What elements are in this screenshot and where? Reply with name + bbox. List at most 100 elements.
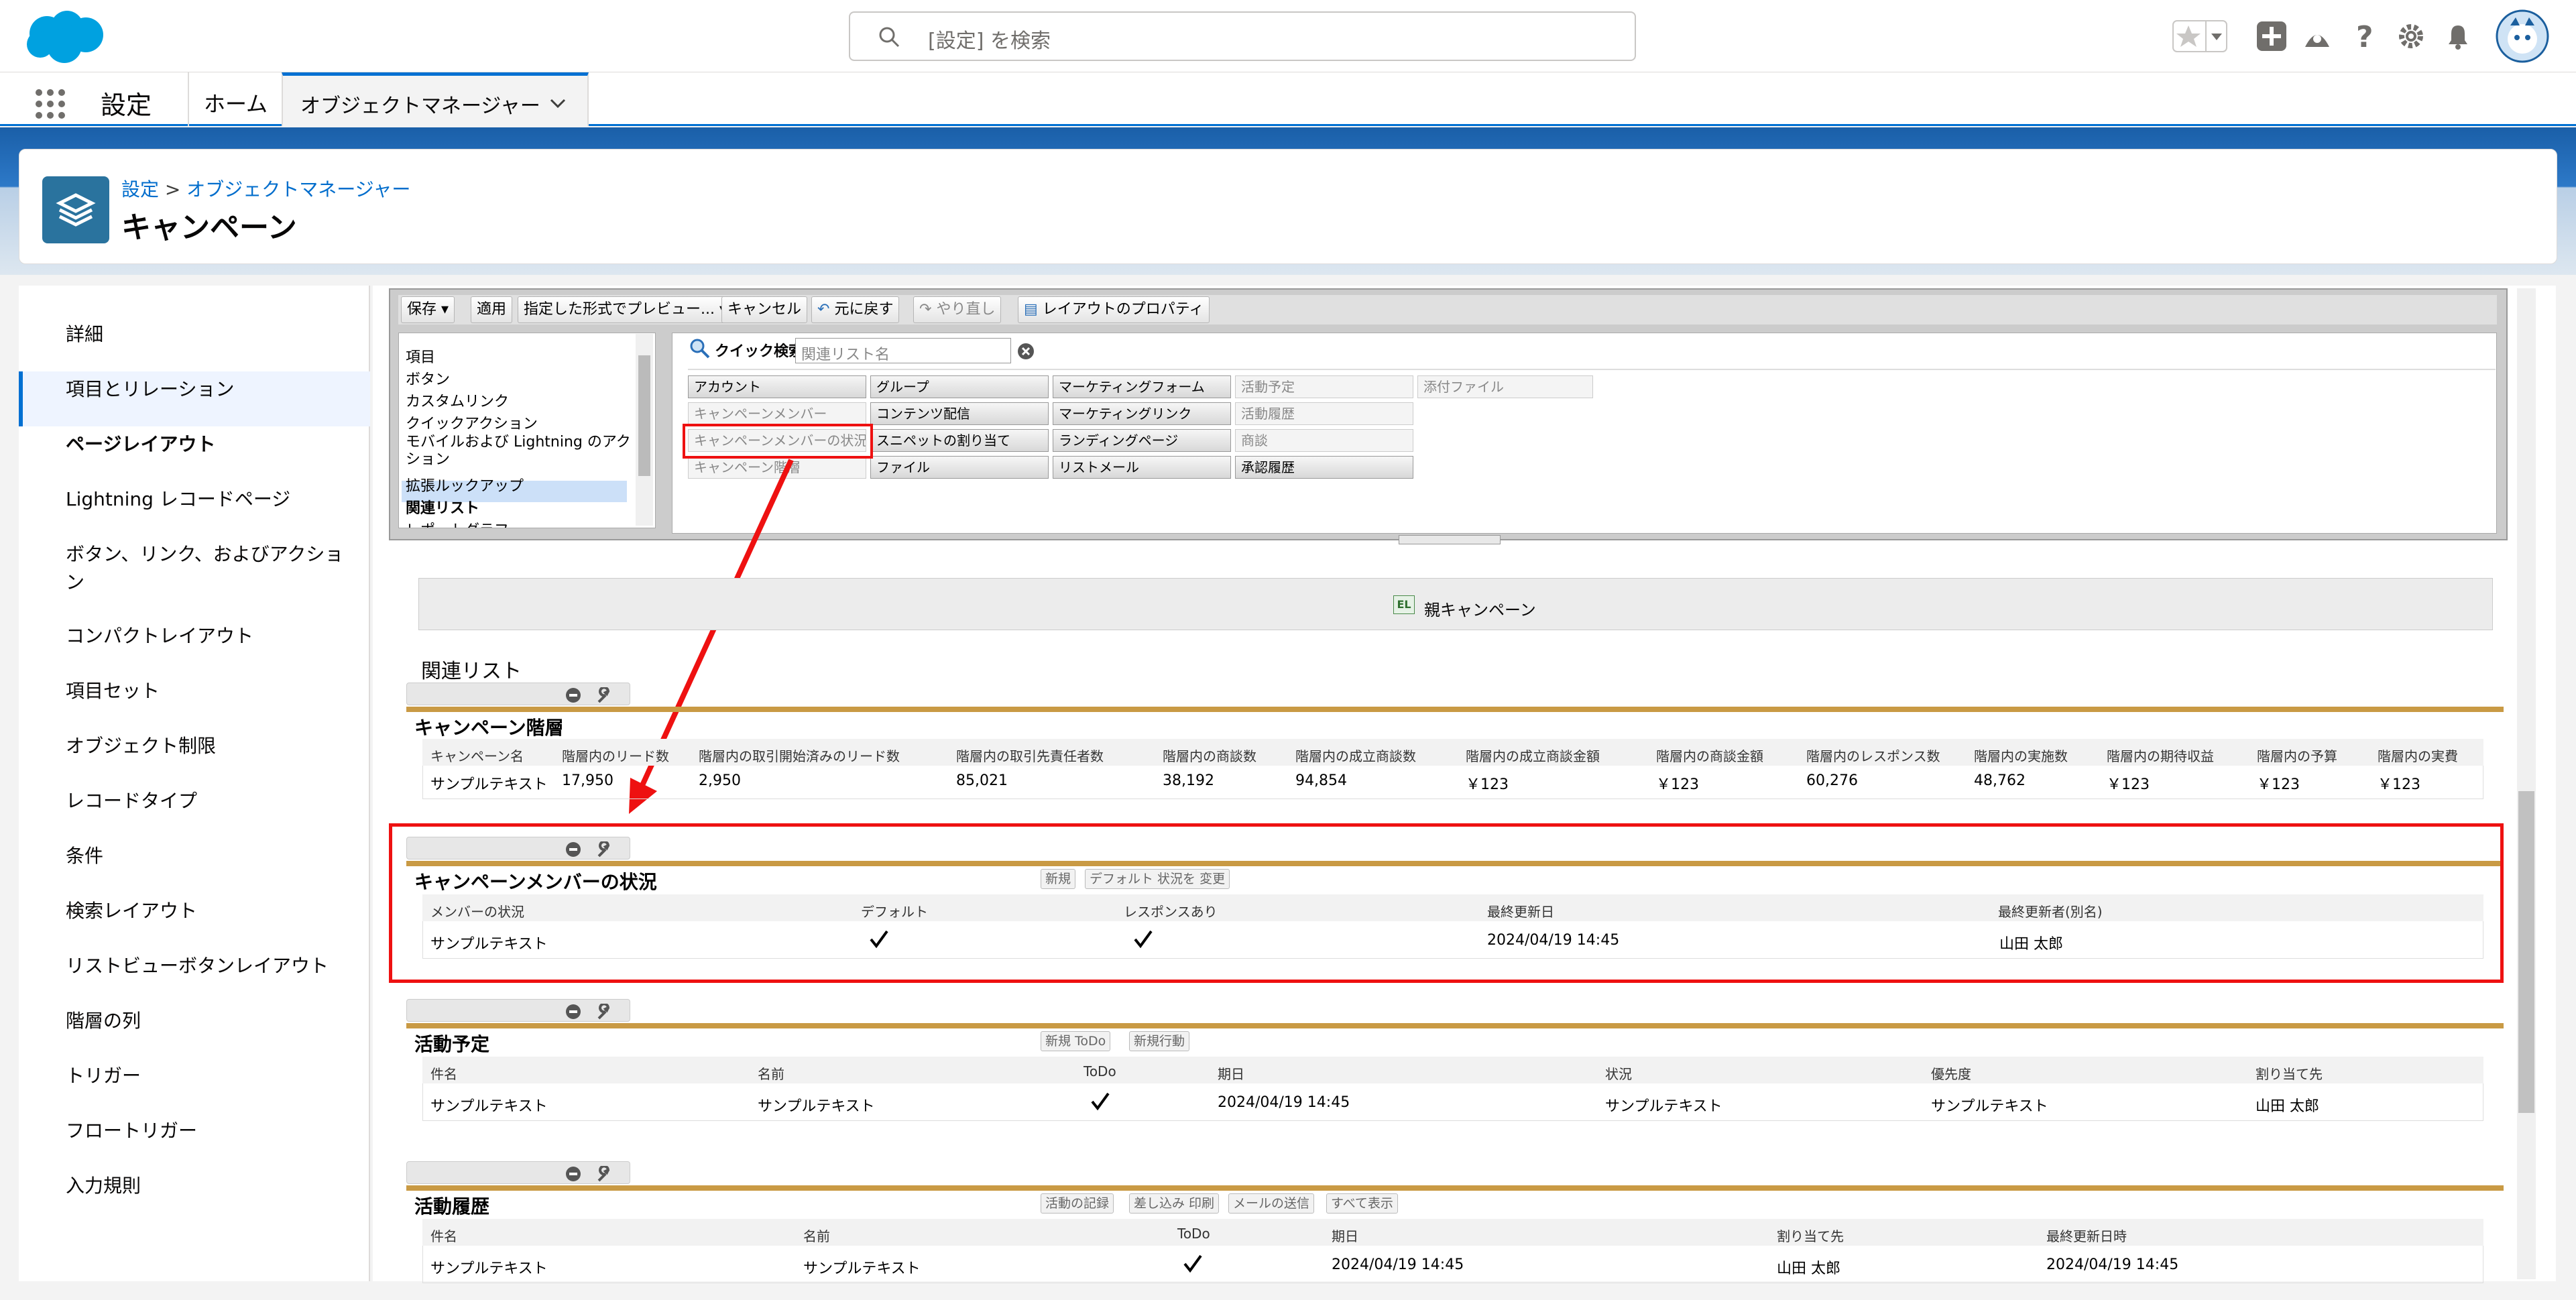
category-custom-links[interactable]: カスタムリンク (406, 390, 509, 411)
column-header: 階層内の期待収益 (2107, 748, 2214, 764)
category-expanded-lookups[interactable]: 拡張ルックアップ (406, 474, 524, 495)
favorites-star-icon[interactable] (2172, 20, 2227, 52)
tab-object-manager[interactable]: オブジェクトマネージャー (282, 72, 589, 126)
lookup-field-icon: EL (1393, 595, 1415, 614)
breadcrumb-object-manager-link[interactable]: オブジェクトマネージャー (186, 178, 410, 200)
remove-icon[interactable] (565, 1004, 581, 1020)
palette-item-opportunities[interactable]: 商談 (1235, 429, 1413, 452)
sidebar-item-triggers[interactable]: トリガー (66, 1062, 361, 1090)
bell-icon[interactable] (2442, 20, 2474, 52)
sidebar-item-page-layouts[interactable]: ページレイアウト (66, 430, 361, 459)
table-cell: 94,854 (1295, 772, 1347, 789)
column-header: 名前 (758, 1066, 784, 1082)
help-icon[interactable]: ? (2348, 20, 2380, 52)
gear-icon[interactable] (2395, 20, 2427, 52)
column-header: 階層内の商談金額 (1656, 748, 1763, 764)
column-header: 状況 (1605, 1066, 1632, 1082)
view-all-button[interactable]: すべて表示 (1326, 1193, 1398, 1214)
redo-button[interactable]: ↷ やり直し (913, 296, 1002, 323)
apply-button[interactable]: 適用 (471, 296, 513, 323)
category-related-lists[interactable]: 関連リスト (406, 496, 479, 518)
palette-item-landing-pages[interactable]: ランディングページ (1053, 429, 1231, 452)
category-mobile-actions[interactable]: モバイルおよび Lightning のアクション (406, 434, 634, 469)
table-cell: サンプルテキスト (430, 1098, 548, 1115)
sidebar-item-details[interactable]: 詳細 (66, 320, 361, 349)
wrench-icon[interactable] (595, 687, 612, 705)
palette-item-activity-history[interactable]: 活動履歴 (1235, 402, 1413, 425)
main-scrollbar[interactable] (2517, 288, 2536, 1279)
remove-icon[interactable] (565, 1166, 581, 1182)
main-scrollbar-thumb[interactable] (2518, 791, 2534, 1113)
palette-item-open-activities[interactable]: 活動予定 (1235, 375, 1413, 398)
sidebar-item-record-types[interactable]: レコードタイプ (66, 787, 361, 815)
cancel-button[interactable]: キャンセル (721, 296, 808, 323)
trailhead-icon[interactable] (2301, 20, 2333, 52)
table-cell: ￥123 (2107, 776, 2150, 793)
clear-search-icon[interactable] (1016, 342, 1035, 361)
palette-resize-handle[interactable] (1399, 535, 1501, 544)
tab-home[interactable]: ホーム (204, 87, 268, 118)
related-list-controls[interactable] (406, 1161, 630, 1184)
sidebar-item-hierarchy-columns[interactable]: 階層の列 (66, 1007, 361, 1035)
checkmark-icon (1183, 1254, 1202, 1273)
palette-item-marketing-forms[interactable]: マーケティングフォーム (1053, 375, 1231, 398)
chevron-down-icon[interactable] (548, 97, 567, 111)
palette-item-files[interactable]: ファイル (870, 456, 1049, 479)
search-icon (879, 27, 900, 48)
palette-item-content-delivery[interactable]: コンテンツ配信 (870, 402, 1049, 425)
category-fields[interactable]: 項目 (406, 345, 435, 367)
sidebar-item-flow-triggers[interactable]: フロートリガー (66, 1117, 361, 1145)
sidebar-item-list-view-button-layout[interactable]: リストビューボタンレイアウト (66, 952, 361, 980)
layout-properties-button[interactable]: ▤ レイアウトのプロパティ (1018, 296, 1210, 323)
parent-campaign-field[interactable]: 親キャンペーン (1424, 597, 1536, 620)
category-buttons[interactable]: ボタン (406, 367, 450, 389)
app-launcher-icon[interactable] (34, 87, 67, 121)
category-report-charts[interactable]: レポートグラフ (406, 518, 509, 528)
global-search-input[interactable]: [設定] を検索 (849, 11, 1636, 61)
palette-item-marketing-links[interactable]: マーケティングリンク (1053, 402, 1231, 425)
category-quick-actions[interactable]: クイックアクション (406, 412, 538, 433)
undo-button[interactable]: ↶ 元に戻す (811, 296, 900, 323)
sidebar-item-buttons-links[interactable]: ボタン、リンク、およびアクション (66, 540, 361, 597)
sidebar-item-field-sets[interactable]: 項目セット (66, 677, 361, 705)
preview-as-button[interactable]: 指定した形式でプレビュー... ▾ (518, 296, 734, 323)
sidebar-item-search-layouts[interactable]: 検索レイアウト (66, 897, 361, 925)
svg-text:?: ? (2356, 20, 2374, 52)
table-cell: サンプルテキスト (1605, 1098, 1722, 1115)
add-icon[interactable] (2256, 20, 2288, 52)
sidebar-item-fields[interactable]: 項目とリレーション (66, 375, 361, 404)
salesforce-logo[interactable] (20, 7, 109, 66)
table-cell: サンプルテキスト (758, 1098, 875, 1115)
undo-label: 元に戻す (834, 301, 894, 318)
breadcrumb-setup-link[interactable]: 設定 (121, 178, 159, 200)
sidebar-item-lightning-pages[interactable]: Lightning レコードページ (66, 485, 361, 514)
column-header: 階層内のリード数 (562, 748, 669, 764)
related-list-controls[interactable] (406, 683, 630, 705)
send-email-button[interactable]: メールの送信 (1228, 1193, 1315, 1214)
layers-icon (56, 193, 96, 227)
palette-item-approval-history[interactable]: 承認履歴 (1235, 456, 1413, 479)
sidebar-item-validation-rules[interactable]: 入力規則 (66, 1172, 361, 1200)
remove-icon[interactable] (565, 687, 581, 703)
palette-item-attachments[interactable]: 添付ファイル (1417, 375, 1593, 398)
sidebar-item-compact-layouts[interactable]: コンパクトレイアウト (66, 622, 361, 650)
palette-item-account[interactable]: アカウント (688, 375, 866, 398)
save-button[interactable]: 保存 ▾ (401, 296, 455, 323)
palette-item-list-emails[interactable]: リストメール (1053, 456, 1231, 479)
redo-label: やり直し (936, 301, 996, 318)
new-todo-button[interactable]: 新規 ToDo (1041, 1031, 1111, 1051)
quick-search-input[interactable]: 関連リスト名 (795, 338, 1011, 363)
related-list-controls[interactable] (406, 999, 630, 1022)
new-event-button[interactable]: 新規行動 (1129, 1031, 1190, 1051)
wrench-icon[interactable] (595, 1004, 612, 1021)
mail-merge-button[interactable]: 差し込み 印刷 (1129, 1193, 1220, 1214)
palette-item-snippet-assignments[interactable]: スニペットの割り当て (870, 429, 1049, 452)
sidebar-item-object-limits[interactable]: オブジェクト制限 (66, 732, 361, 760)
log-activity-button[interactable]: 活動の記録 (1041, 1193, 1114, 1214)
sidebar-item-conditions[interactable]: 条件 (66, 842, 361, 870)
palette-item-groups[interactable]: グループ (870, 375, 1049, 398)
avatar[interactable] (2496, 9, 2549, 63)
palette-item-campaign-members[interactable]: キャンペーンメンバー (688, 402, 866, 425)
column-header: 割り当て先 (2256, 1066, 2323, 1082)
wrench-icon[interactable] (595, 1166, 612, 1183)
